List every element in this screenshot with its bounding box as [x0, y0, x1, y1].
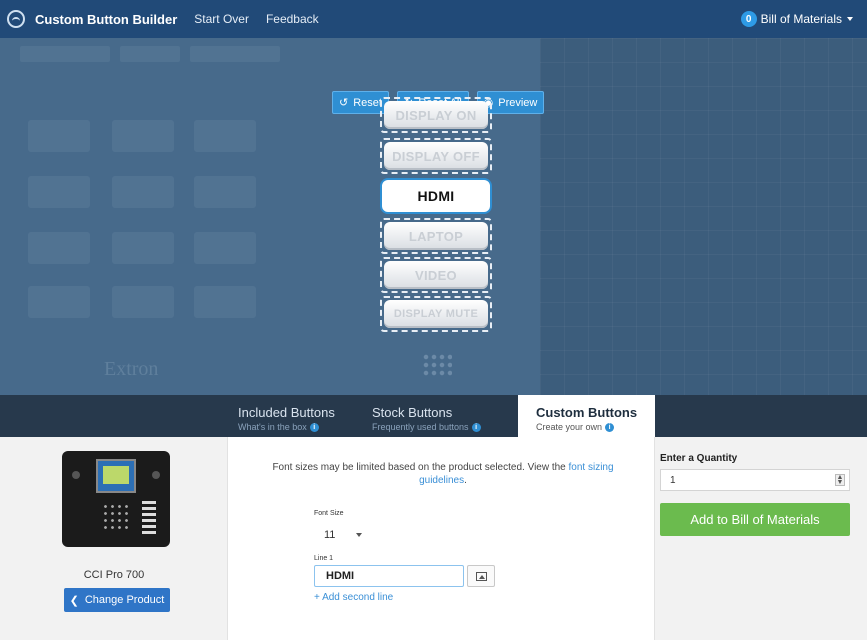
bom-menu-label: Bill of Materials	[760, 12, 842, 26]
add-second-line-link[interactable]: + Add second line	[314, 592, 393, 603]
faceplate-decor	[194, 286, 256, 318]
keypad-button-label: HDMI	[384, 182, 488, 210]
keypad-button-label: DISPLAY OFF	[384, 142, 488, 170]
tab-title: Stock Buttons	[372, 405, 453, 420]
order-panel	[654, 437, 867, 640]
tab-subtitle: Frequently used buttons i	[372, 422, 512, 432]
product-panel: CCI Pro 700 ❮ Change Product	[0, 437, 228, 640]
feedback-link[interactable]: Feedback	[266, 12, 319, 26]
extron-watermark: Extron	[104, 358, 159, 380]
keypad-button-label: DISPLAY ON	[384, 101, 488, 129]
font-size-label: Font Size	[314, 510, 344, 517]
faceplate-decor	[28, 232, 90, 264]
editor-panel: Font sizes may be limited based on the p…	[228, 437, 654, 640]
faceplate-decor	[120, 46, 180, 62]
keypad-button-slot-selected[interactable]: HDMI	[380, 178, 492, 214]
faceplate-decor	[112, 176, 174, 208]
add-to-bom-button[interactable]: Add to Bill of Materials	[660, 503, 850, 536]
font-size-select[interactable]: 11	[314, 525, 376, 545]
faceplate-decor	[28, 286, 90, 318]
button-type-tabs: Included Buttons What's in the box i Stoc…	[0, 395, 867, 437]
tab-subtitle: Create your own i	[536, 422, 655, 432]
bom-count-badge: 0	[740, 11, 757, 27]
keypad-button-label: VIDEO	[384, 261, 488, 289]
device-button-column	[142, 501, 156, 537]
app-title[interactable]: Custom Button Builder	[35, 12, 177, 27]
tab-title: Included Buttons	[238, 405, 335, 420]
info-icon[interactable]: i	[605, 422, 615, 432]
faceplate-decor	[194, 232, 256, 264]
device-knob	[152, 471, 160, 479]
keypad-button-label: LAPTOP	[384, 222, 488, 250]
faceplate-grid-decor	[422, 353, 452, 377]
faceplate-decor	[194, 176, 256, 208]
info-icon[interactable]: i	[471, 422, 481, 432]
faceplate-decor	[194, 120, 256, 152]
keypad-button-slot[interactable]: VIDEO	[380, 257, 492, 293]
line1-input[interactable]: HDMI	[314, 565, 464, 587]
preview-label: Preview	[498, 96, 538, 109]
chevron-down-icon	[356, 533, 362, 537]
product-name: CCI Pro 700	[83, 569, 145, 581]
tab-subtitle-text: What's in the box	[238, 422, 307, 432]
tab-custom-buttons[interactable]: Custom Buttons Create your own i	[518, 395, 655, 437]
insert-image-button[interactable]	[467, 565, 495, 587]
undo-icon: ↺	[339, 97, 349, 109]
faceplate-decor	[112, 232, 174, 264]
image-icon	[475, 571, 487, 581]
font-size-notice: Font sizes may be limited based on the p…	[248, 461, 638, 487]
stage-grid-background	[540, 38, 867, 395]
quantity-input[interactable]: 1 ▲ ▼	[660, 469, 850, 491]
reset-label: Reset	[353, 96, 382, 109]
custom-button-builder-app: Custom Button Builder Start Over Feedbac…	[0, 0, 867, 640]
faceplate-decor	[112, 286, 174, 318]
faceplate-decor	[190, 46, 280, 62]
device-keypad	[102, 503, 132, 531]
tab-title: Custom Buttons	[536, 405, 638, 420]
quantity-stepper-icon[interactable]: ▲ ▼	[835, 474, 845, 486]
tab-subtitle-text: Create your own	[536, 422, 603, 432]
product-image	[62, 451, 170, 547]
chevron-down-icon	[847, 17, 853, 21]
faceplate-decor	[28, 120, 90, 152]
keypad-button-slot[interactable]: LAPTOP	[380, 218, 492, 254]
keypad-preview-stage: Extron ↺ Reset ↻ Reset All ◉ Preview DIS…	[0, 38, 867, 395]
keypad-button-slot[interactable]: DISPLAY ON	[380, 97, 492, 133]
info-icon[interactable]: i	[309, 422, 319, 432]
faceplate-decor	[20, 46, 110, 62]
device-screen	[96, 459, 136, 493]
font-size-value: 11	[324, 529, 336, 541]
change-product-button[interactable]: ❮ Change Product	[64, 588, 170, 612]
change-product-label: Change Product	[84, 594, 165, 606]
keypad-button-label: DISPLAY MUTE	[384, 300, 488, 328]
notice-text: Font sizes may be limited based on the p…	[272, 462, 566, 473]
notice-end: .	[464, 475, 467, 486]
builder-logo-icon[interactable]	[7, 10, 25, 28]
start-over-link[interactable]: Start Over	[194, 12, 249, 26]
tab-subtitle-text: Frequently used buttons	[372, 422, 469, 432]
keypad-button-slot[interactable]: DISPLAY OFF	[380, 138, 492, 174]
device-knob	[72, 471, 80, 479]
custom-button-editor: CCI Pro 700 ❮ Change Product Font sizes …	[0, 437, 867, 640]
faceplate-decor	[28, 176, 90, 208]
bill-of-materials-menu[interactable]: 0 Bill of Materials	[740, 11, 853, 27]
tab-subtitle: What's in the box i	[238, 422, 358, 432]
quantity-value: 1	[670, 475, 676, 486]
keypad-button-slot[interactable]: DISPLAY MUTE	[380, 296, 492, 332]
top-navbar: Custom Button Builder Start Over Feedbac…	[0, 0, 867, 38]
line1-label: Line 1	[314, 555, 334, 562]
tab-included-buttons[interactable]: Included Buttons What's in the box i	[228, 395, 358, 437]
quantity-label: Enter a Quantity	[660, 453, 738, 464]
chevron-left-icon: ❮	[69, 594, 79, 607]
faceplate-decor	[112, 120, 174, 152]
tab-stock-buttons[interactable]: Stock Buttons Frequently used buttons i	[362, 395, 512, 437]
